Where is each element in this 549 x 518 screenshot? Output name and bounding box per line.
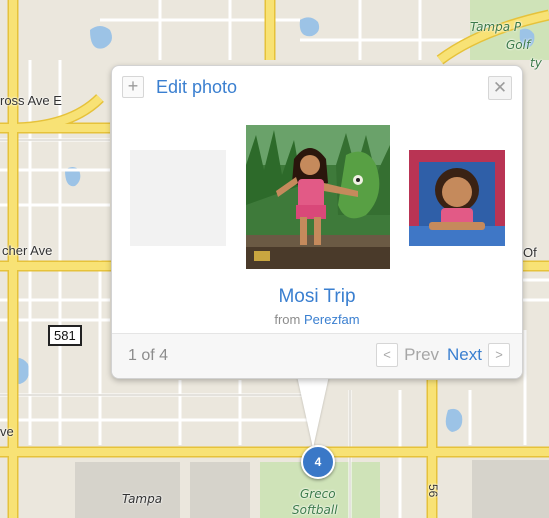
- photo-girl-window: [409, 150, 505, 246]
- route-581-shield: 581: [48, 325, 82, 346]
- photo-thumbnail-empty[interactable]: [130, 150, 226, 246]
- popup-footer: 1 of 4 < Prev Next >: [112, 333, 522, 378]
- poi-label-softball: Softball: [292, 503, 338, 517]
- next-button[interactable]: Next: [447, 345, 482, 365]
- place-label-tampa: Tampa: [122, 492, 163, 506]
- road-label-cher-ave: cher Ave: [2, 243, 53, 258]
- road-label-ross-ave: ross Ave E: [0, 93, 62, 108]
- author-link[interactable]: Perezfam: [304, 312, 360, 327]
- close-icon[interactable]: ✕: [488, 76, 512, 100]
- photo-girl-jungle: [246, 125, 390, 269]
- chevron-right-icon[interactable]: >: [488, 343, 510, 367]
- photo-cluster-marker[interactable]: 4: [301, 445, 335, 479]
- pager: < Prev Next >: [376, 343, 510, 367]
- marker-count: 4: [314, 455, 322, 469]
- add-icon[interactable]: +: [122, 76, 144, 98]
- photo-popup: + Edit photo ✕ Mosi Trip from Perezfam 1…: [111, 65, 523, 379]
- photo-counter: 1 of 4: [128, 347, 169, 364]
- edit-photo-link[interactable]: Edit photo: [156, 77, 237, 98]
- road-label-vertical: 56: [426, 484, 440, 498]
- photo-thumbnail-next[interactable]: [409, 150, 505, 246]
- poi-label-tampa-palms: Tampa P: [470, 20, 522, 34]
- chevron-left-icon[interactable]: <: [376, 343, 399, 367]
- poi-label-greco: Greco: [300, 487, 336, 501]
- popup-pointer: [297, 376, 329, 448]
- photo-title-link[interactable]: Mosi Trip: [112, 286, 522, 308]
- prev-button[interactable]: Prev: [404, 345, 439, 365]
- road-label-of: Of: [523, 245, 537, 260]
- photo-thumbnail-current[interactable]: [246, 125, 390, 269]
- from-prefix: from: [274, 312, 301, 327]
- poi-label-ty: ty: [530, 56, 542, 70]
- road-label-ve: ve: [0, 424, 14, 439]
- poi-label-golf: Golf: [506, 38, 531, 52]
- photo-attribution: from Perezfam: [112, 312, 522, 327]
- popup-header: + Edit photo: [122, 76, 237, 98]
